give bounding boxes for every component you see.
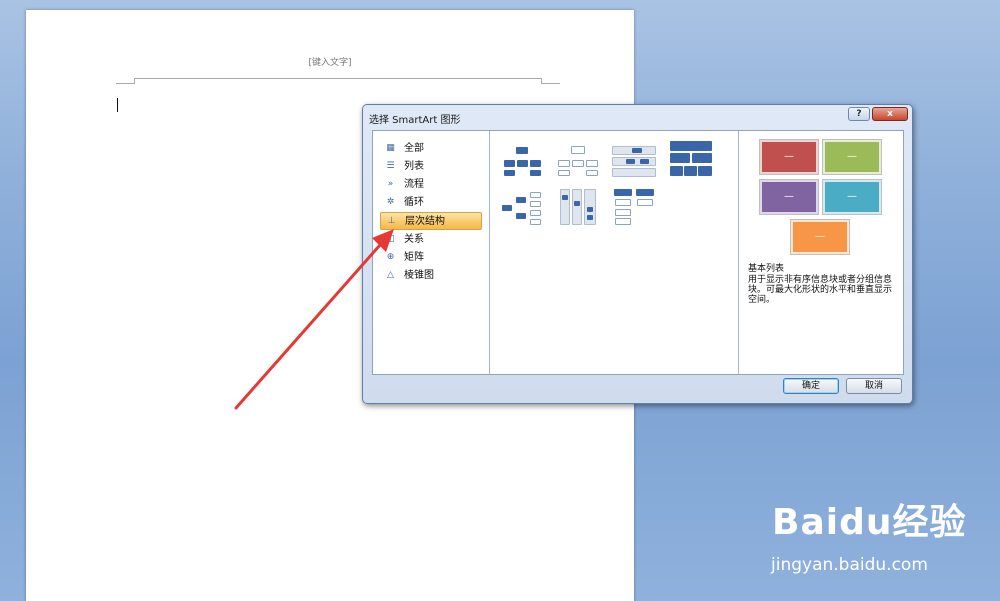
watermark-url: jingyan.baidu.com xyxy=(771,555,928,575)
watermark-brand: Baidu经验 xyxy=(772,502,967,543)
